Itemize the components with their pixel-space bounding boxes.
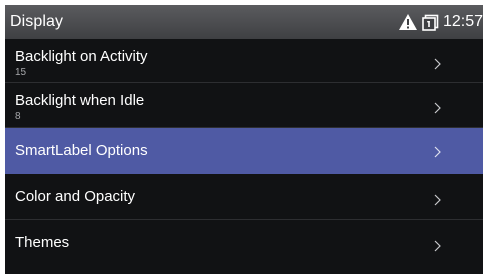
device-icon[interactable] xyxy=(422,13,440,31)
chevron-right-icon xyxy=(434,57,441,69)
menu-item-label: Backlight on Activity xyxy=(15,48,148,65)
warning-icon[interactable] xyxy=(398,13,418,31)
menu-item-value: 15 xyxy=(15,67,27,78)
menu-item-color-opacity[interactable]: Color and Opacity xyxy=(5,174,483,220)
display-menu: Backlight on Activity 15 Backlight when … xyxy=(5,39,483,266)
display-screen: Display 12:57 Backlight on Activity 15 B… xyxy=(5,5,483,274)
page-title: Display xyxy=(10,13,64,30)
menu-item-value: 8 xyxy=(15,111,21,122)
chevron-right-icon xyxy=(434,193,441,205)
menu-item-label: Color and Opacity xyxy=(15,188,136,205)
menu-item-label: Backlight when Idle xyxy=(15,92,145,109)
title-bar: Display 12:57 xyxy=(5,5,483,39)
status-area: 12:57 xyxy=(398,5,483,39)
menu-item-label: SmartLabel Options xyxy=(15,142,148,159)
menu-item-smartlabel-options[interactable]: SmartLabel Options xyxy=(5,128,483,174)
chevron-right-icon xyxy=(434,239,441,252)
chevron-right-icon xyxy=(434,101,441,114)
menu-item-backlight-idle[interactable]: Backlight when Idle 8 xyxy=(5,83,483,128)
clock: 12:57 xyxy=(442,13,483,30)
menu-item-label: Themes xyxy=(15,234,70,251)
menu-item-backlight-activity[interactable]: Backlight on Activity 15 xyxy=(5,39,483,83)
chevron-right-icon xyxy=(434,145,441,157)
menu-item-themes[interactable]: Themes xyxy=(5,220,483,266)
